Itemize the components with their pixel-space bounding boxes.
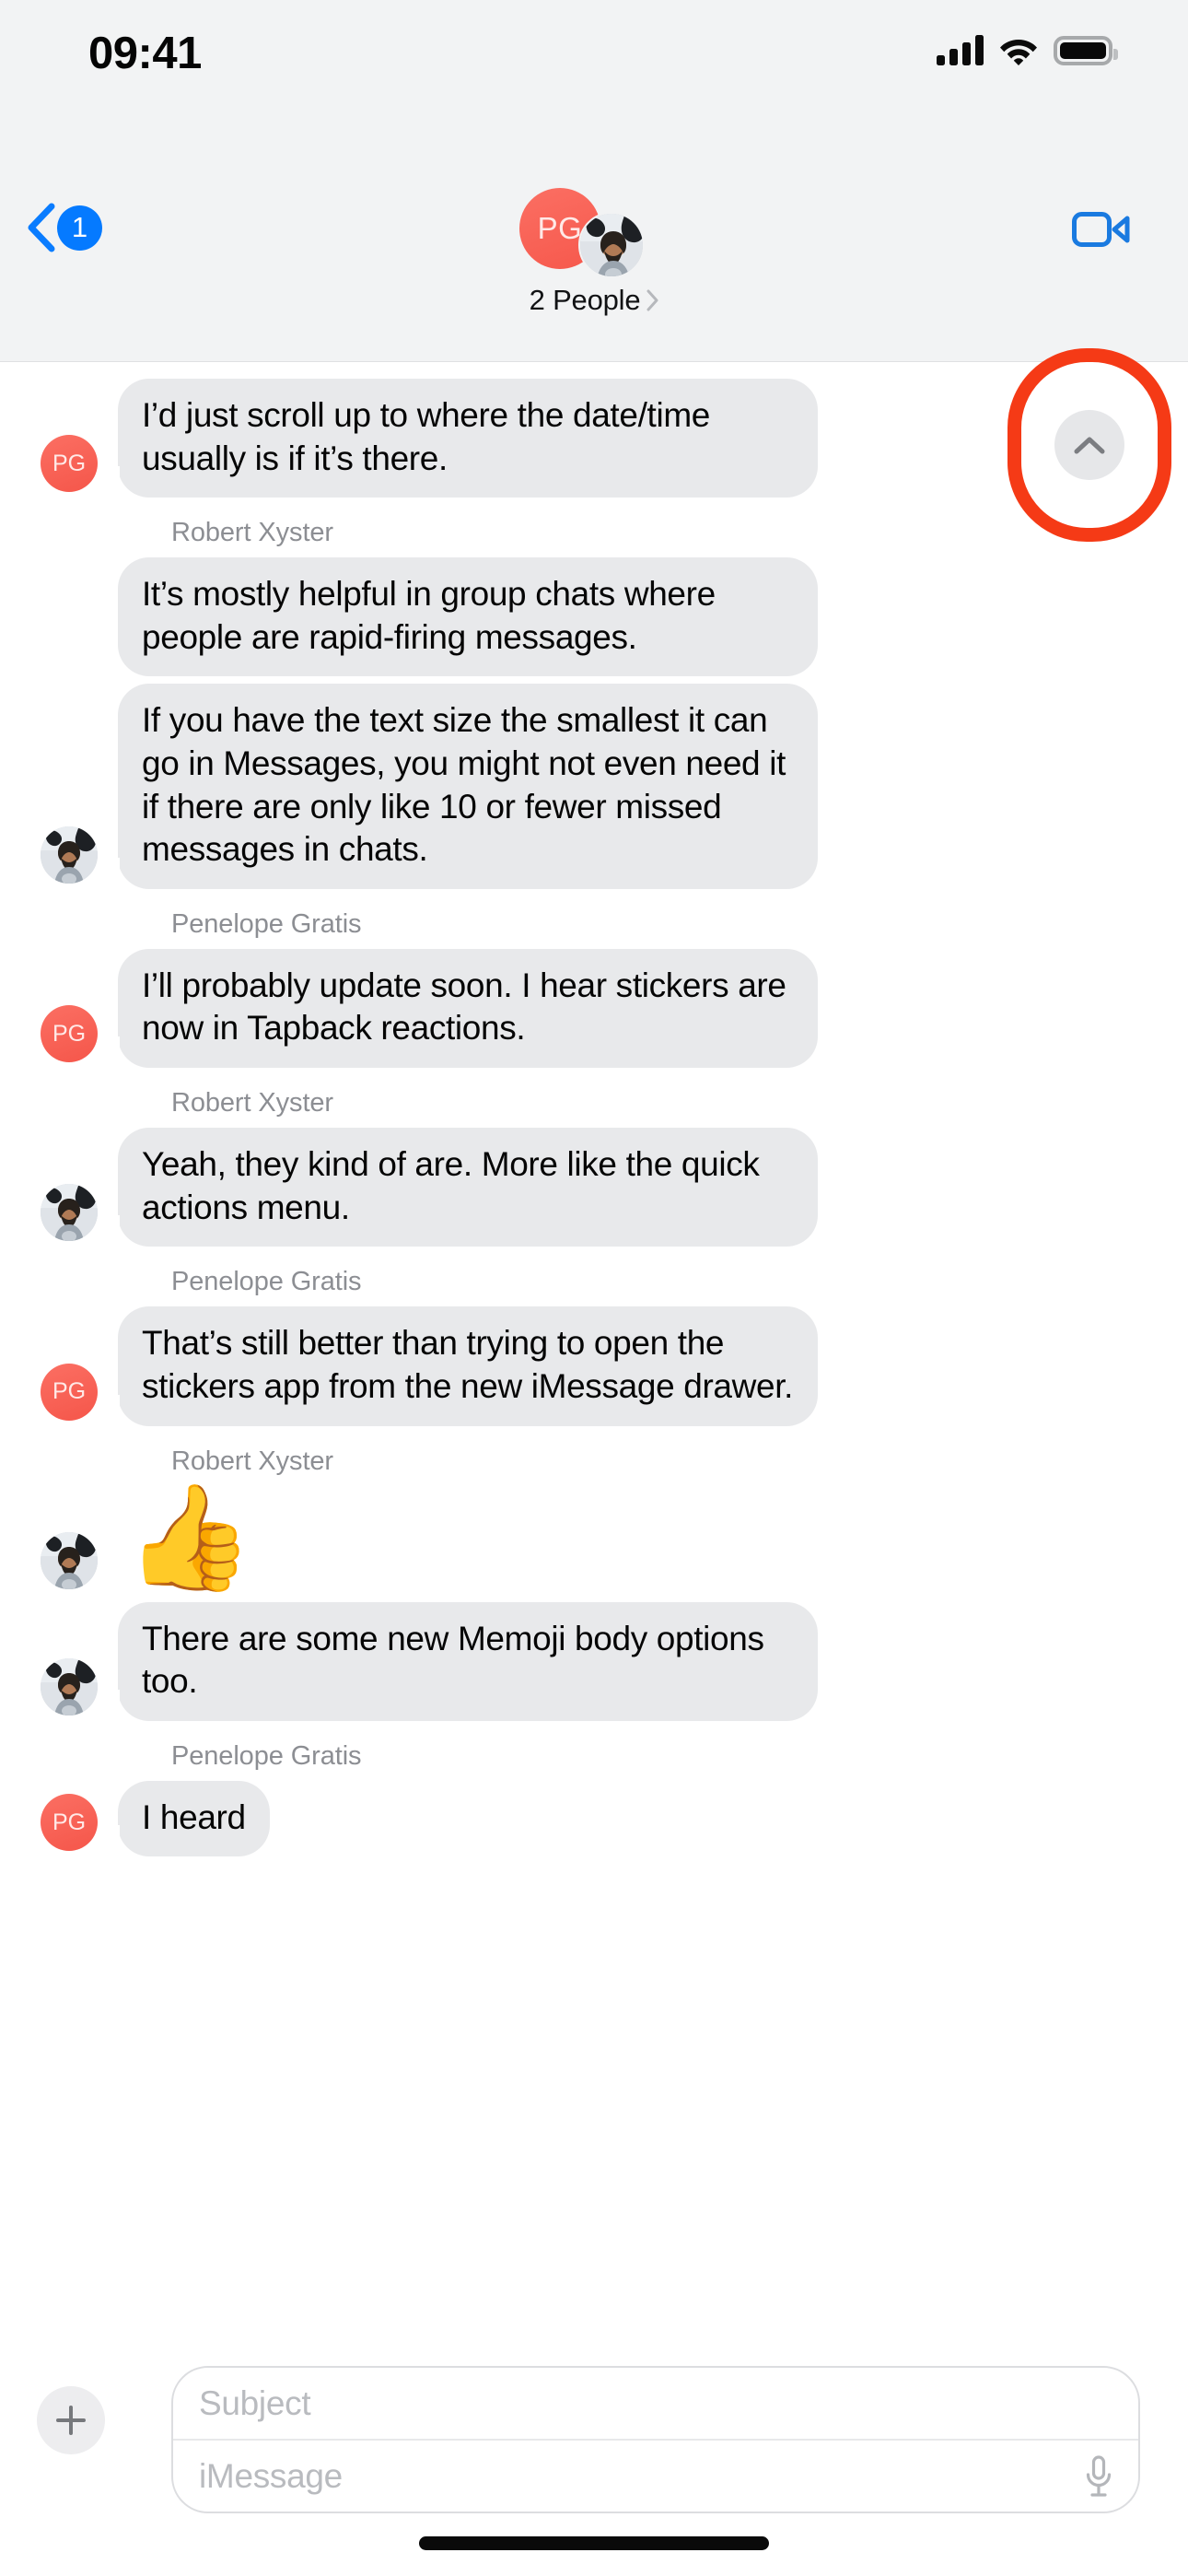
participant-count-label: 2 People [529, 284, 641, 316]
scroll-to-unread-highlight [1007, 348, 1171, 542]
home-indicator [419, 2536, 769, 2550]
avatar-penelope-gratis: PG [41, 1005, 98, 1063]
message-bubble[interactable]: I heard [99, 1780, 270, 1857]
message-input[interactable]: iMessage [199, 2457, 343, 2496]
facetime-video-button[interactable] [1072, 210, 1131, 249]
message-bubble[interactable]: If you have the text size the smallest i… [99, 684, 818, 890]
sender-name-label: Penelope Gratis [171, 1740, 362, 1771]
message-input-row[interactable]: iMessage [173, 2441, 1138, 2512]
composer-bar: Subject iMessage [0, 2309, 1188, 2576]
status-bar-time: 09:41 [88, 29, 202, 78]
message-bubble[interactable]: That’s still better than trying to open … [99, 1306, 818, 1426]
message-row[interactable]: It’s mostly helpful in group chats where… [0, 557, 1188, 677]
message-bubble-emoji[interactable]: 👍 [125, 1485, 253, 1589]
signal-bars-icon [937, 35, 984, 65]
message-row[interactable]: There are some new Memoji body options t… [0, 1601, 1188, 1721]
message-bubble[interactable]: There are some new Memoji body options t… [99, 1601, 818, 1721]
participant-count-row[interactable]: 2 People [530, 284, 659, 317]
status-bar-indicators [937, 35, 1118, 65]
avatar-robert-xyster [41, 1531, 98, 1589]
chevron-right-icon [646, 289, 658, 311]
message-row[interactable]: PG I’ll probably update soon. I hear sti… [0, 948, 1188, 1069]
message-list[interactable]: PG I’d just scroll up to where the date/… [0, 362, 1188, 2309]
sender-name-label: Robert Xyster [171, 1446, 333, 1476]
microphone-icon[interactable] [1085, 2454, 1112, 2498]
avatar-penelope-gratis: PG [41, 1794, 98, 1852]
subject-input[interactable]: Subject [173, 2368, 1138, 2441]
conversation-title-block[interactable]: PG 2 People [0, 188, 1188, 317]
message-row[interactable]: PG That’s still better than trying to op… [0, 1306, 1188, 1426]
messages-app-screen: 09:41 1 PG 2 People PG I’d just scroll u… [0, 0, 1188, 2576]
message-row[interactable]: 👍 [0, 1485, 1188, 1595]
plus-icon [56, 2406, 86, 2435]
battery-full-icon [1054, 35, 1118, 65]
add-attachment-button[interactable] [37, 2386, 105, 2454]
avatar-slot [41, 614, 118, 676]
avatar-robert-xyster [41, 825, 98, 884]
wifi-icon [1000, 39, 1037, 65]
chevron-up-icon [1074, 437, 1105, 454]
avatar-slot [41, 1531, 118, 1595]
scroll-to-unread-button[interactable] [1054, 410, 1124, 480]
message-row[interactable]: Yeah, they kind of are. More like the qu… [0, 1128, 1188, 1247]
message-row[interactable]: If you have the text size the smallest i… [0, 684, 1188, 890]
avatar-placeholder [41, 614, 98, 671]
message-input-container[interactable]: Subject iMessage [171, 2366, 1140, 2513]
status-bar: 09:41 [0, 0, 1188, 111]
sender-name-label: Penelope Gratis [171, 1267, 362, 1297]
avatar-robert-xyster [41, 1184, 98, 1242]
message-row[interactable]: PG I heard [0, 1780, 1188, 1857]
message-bubble[interactable]: I’ll probably update soon. I hear sticke… [99, 948, 818, 1069]
sender-name-label: Penelope Gratis [171, 908, 362, 939]
avatar-robert-xyster [41, 1657, 98, 1715]
avatar-robert-xyster [578, 212, 645, 278]
avatar-penelope-gratis: PG [41, 435, 98, 493]
group-avatars: PG [507, 188, 681, 280]
message-bubble[interactable]: Yeah, they kind of are. More like the qu… [99, 1128, 818, 1247]
sender-name-label: Robert Xyster [171, 1088, 333, 1118]
message-bubble[interactable]: It’s mostly helpful in group chats where… [118, 557, 818, 677]
navigation-bar: 1 PG 2 People [0, 111, 1188, 362]
avatar-penelope-gratis: PG [41, 1363, 98, 1421]
message-bubble[interactable]: I’d just scroll up to where the date/tim… [99, 379, 818, 498]
